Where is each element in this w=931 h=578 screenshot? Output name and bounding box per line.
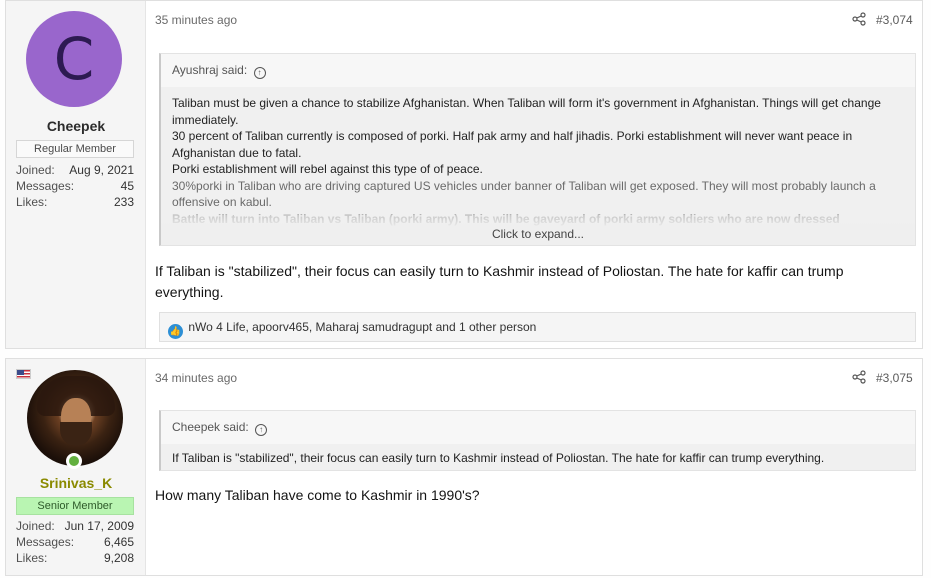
messages-value: 45 (120, 179, 134, 193)
user-stats: Joined: Jun 17, 2009 Messages: 6,465 Likes… (16, 519, 134, 567)
like-icon: 👍 (168, 324, 183, 339)
quote-block: Ayushraj said: ↑ Taliban must be given a… (159, 53, 916, 246)
reactions-bar[interactable]: 👍 nWo 4 Life, apoorv465, Maharaj samudra… (159, 312, 916, 342)
quote-line: If Taliban is "stabilized", their focus … (172, 451, 825, 465)
user-stats: Joined: Aug 9, 2021 Messages: 45 Likes: 233 (16, 163, 134, 211)
avatar[interactable] (27, 370, 123, 466)
quote-content: Taliban must be given a chance to stabil… (161, 87, 915, 227)
quote-line: Taliban must be given a chance to stabil… (172, 96, 881, 127)
post-3074: C Cheepek Regular Member Joined: Aug 9, 2… (5, 0, 923, 349)
us-flag-icon (16, 369, 31, 379)
quote-line: 30 percent of Taliban currently is compo… (172, 129, 853, 160)
likes-value: 233 (113, 195, 134, 209)
user-title-badge: Senior Member (16, 497, 134, 515)
quote-header[interactable]: Cheepek said: ↑ (161, 411, 915, 444)
go-to-quote-icon[interactable]: ↑ (255, 424, 268, 436)
quote-attribution[interactable]: Cheepek said: (172, 420, 249, 434)
post-time[interactable]: 35 minutes ago (155, 13, 237, 27)
joined-label: Joined: (16, 163, 55, 177)
quote-content: If Taliban is "stabilized", their focus … (161, 444, 915, 467)
username[interactable]: Cheepek (6, 118, 146, 134)
user-info-panel: C Cheepek Regular Member Joined: Aug 9, 2… (6, 1, 146, 348)
joined-label: Joined: (16, 519, 55, 533)
likes-label: Likes: (16, 195, 48, 209)
post-message: How many Taliban have come to Kashmir in… (155, 487, 480, 503)
messages-value: 6,465 (103, 535, 134, 549)
post-content: 34 minutes ago #3,075 Cheepek said: ↑ If… (146, 359, 922, 575)
share-icon[interactable] (852, 370, 866, 384)
quote-line: 30%porki in Taliban who are driving capt… (172, 178, 876, 210)
post-3075: Srinivas_K Senior Member Joined: Jun 17, … (5, 358, 923, 576)
click-to-expand-link[interactable]: Click to expand... (161, 215, 915, 245)
online-status-icon (66, 453, 82, 469)
quote-block: Cheepek said: ↑ If Taliban is "stabilize… (159, 410, 916, 471)
joined-value: Aug 9, 2021 (69, 163, 134, 177)
messages-label: Messages: (16, 535, 75, 549)
joined-value: Jun 17, 2009 (64, 519, 134, 533)
post-content: 35 minutes ago #3,074 Ayushraj said: ↑ T… (146, 1, 922, 348)
user-info-panel: Srinivas_K Senior Member Joined: Jun 17, … (6, 359, 146, 575)
username[interactable]: Srinivas_K (6, 475, 146, 491)
avatar[interactable]: C (26, 11, 122, 107)
user-title-badge: Regular Member (16, 140, 134, 158)
quote-line: Porki establishment will rebel against t… (172, 162, 483, 176)
share-icon[interactable] (852, 12, 866, 26)
quote-attribution[interactable]: Ayushraj said: (172, 63, 247, 77)
go-to-quote-icon[interactable]: ↑ (253, 67, 266, 79)
likes-label: Likes: (16, 551, 48, 565)
likes-value: 9,208 (103, 551, 134, 565)
reactions-list[interactable]: nWo 4 Life, apoorv465, Maharaj samudragu… (188, 320, 536, 334)
post-message: If Taliban is "stabilized", their focus … (155, 263, 844, 300)
quote-header[interactable]: Ayushraj said: ↑ (161, 54, 915, 87)
post-number-link[interactable]: #3,075 (876, 371, 913, 385)
post-number-link[interactable]: #3,074 (876, 13, 913, 27)
messages-label: Messages: (16, 179, 75, 193)
post-time[interactable]: 34 minutes ago (155, 371, 237, 385)
